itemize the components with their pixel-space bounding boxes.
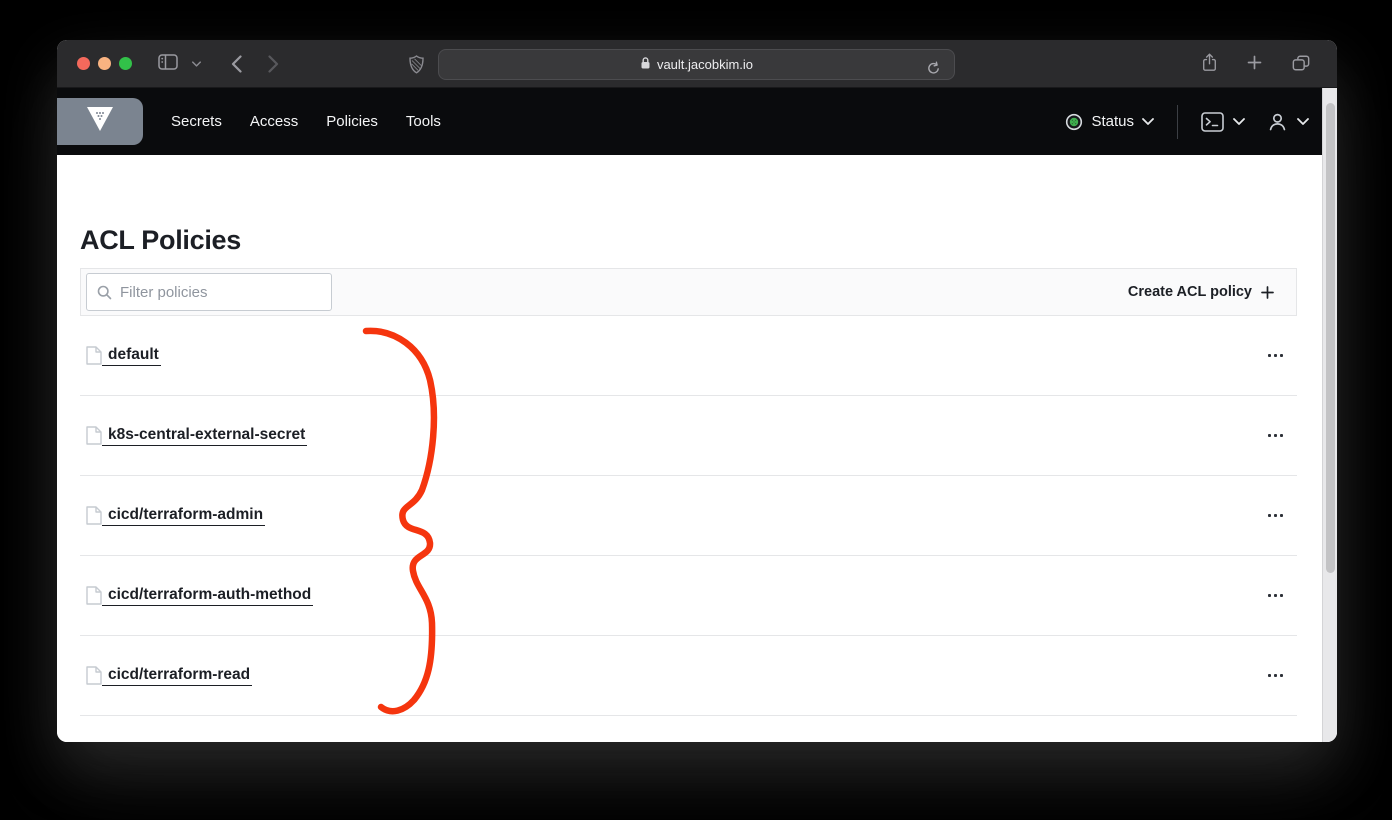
nav-divider: [1177, 105, 1178, 139]
create-acl-policy-button[interactable]: Create ACL policy: [1128, 284, 1274, 300]
minimize-window-button[interactable]: [98, 57, 111, 70]
status-menu[interactable]: Status: [1065, 113, 1154, 131]
chevron-down-icon: [1233, 118, 1245, 125]
user-menu[interactable]: [1267, 112, 1309, 132]
back-button[interactable]: [227, 51, 246, 77]
address-bar[interactable]: vault.jacobkim.io: [438, 49, 955, 80]
file-icon: [86, 426, 102, 445]
policy-name: default: [102, 346, 161, 366]
policy-link[interactable]: k8s-central-external-secret: [86, 426, 307, 446]
policy-row: cicd/terraform-read: [80, 636, 1297, 716]
sidebar-menu-button[interactable]: [188, 57, 205, 71]
reload-button[interactable]: [922, 57, 945, 80]
status-label: Status: [1091, 113, 1134, 130]
address-url: vault.jacobkim.io: [657, 57, 753, 72]
sidebar-toggle-button[interactable]: [154, 50, 182, 77]
file-icon: [86, 346, 102, 365]
console-menu[interactable]: [1201, 112, 1245, 132]
tab-overview-button[interactable]: [1287, 50, 1315, 79]
vault-nav: Secrets Access Policies Tools: [57, 88, 1337, 155]
policy-link[interactable]: default: [86, 346, 161, 366]
privacy-shield-icon[interactable]: [405, 51, 428, 78]
policy-list: default k8s-cent: [80, 316, 1297, 716]
person-icon: [1267, 112, 1288, 132]
policy-link[interactable]: cicd/terraform-auth-method: [86, 586, 313, 606]
policy-name: cicd/terraform-read: [102, 666, 252, 686]
page-title: ACL Policies: [80, 225, 241, 256]
lock-icon: [640, 56, 651, 73]
acl-policies-page: ACL Policies Create ACL policy: [57, 155, 1337, 742]
policy-row-menu-button[interactable]: [1264, 428, 1288, 444]
policy-row-menu-button[interactable]: [1264, 348, 1288, 364]
filter-field: [86, 273, 332, 311]
ellipsis-icon: [1268, 354, 1272, 358]
policies-toolbar: Create ACL policy: [80, 268, 1297, 316]
close-window-button[interactable]: [77, 57, 90, 70]
search-icon: [97, 285, 112, 300]
share-icon: [1201, 52, 1218, 76]
new-tab-button[interactable]: [1243, 51, 1266, 77]
zoom-window-button[interactable]: [119, 57, 132, 70]
policy-row: cicd/terraform-auth-method: [80, 556, 1297, 636]
policy-link[interactable]: cicd/terraform-read: [86, 666, 252, 686]
nav-link[interactable]: Access: [250, 113, 298, 130]
ellipsis-icon: [1268, 514, 1272, 518]
ellipsis-icon: [1268, 674, 1272, 678]
nav-link[interactable]: Secrets: [171, 113, 222, 130]
nav-links: Secrets Access Policies Tools: [171, 113, 441, 130]
share-button[interactable]: [1197, 48, 1222, 80]
tabs-icon: [1291, 54, 1311, 75]
policy-name: k8s-central-external-secret: [102, 426, 307, 446]
policy-row-menu-button[interactable]: [1264, 588, 1288, 604]
file-icon: [86, 666, 102, 685]
browser-window: vault.jacobkim.io: [57, 40, 1337, 742]
browser-toolbar: vault.jacobkim.io: [57, 40, 1337, 88]
plus-icon: [1261, 286, 1274, 299]
status-seal-icon: [1065, 113, 1083, 131]
chevron-down-icon: [192, 61, 201, 67]
vault-logo[interactable]: [57, 98, 143, 145]
page-scrollbar[interactable]: [1322, 88, 1337, 742]
file-icon: [86, 586, 102, 605]
terminal-icon: [1201, 112, 1224, 132]
nav-link[interactable]: Tools: [406, 113, 441, 130]
policy-row-menu-button[interactable]: [1264, 668, 1288, 684]
policy-row: default: [80, 316, 1297, 396]
policy-row: k8s-central-external-secret: [80, 396, 1297, 476]
policy-name: cicd/terraform-auth-method: [102, 586, 313, 606]
ellipsis-icon: [1268, 594, 1272, 598]
plus-icon: [1247, 55, 1262, 73]
policy-row-menu-button[interactable]: [1264, 508, 1288, 524]
policy-row: cicd/terraform-admin: [80, 476, 1297, 556]
scrollbar-thumb[interactable]: [1326, 103, 1335, 573]
ellipsis-icon: [1268, 434, 1272, 438]
vault-logo-icon: [86, 107, 114, 137]
forward-button[interactable]: [264, 51, 283, 77]
chevron-down-icon: [1142, 118, 1154, 125]
filter-policies-input[interactable]: [120, 284, 321, 301]
sidebar-icon: [158, 54, 178, 73]
nav-link[interactable]: Policies: [326, 113, 378, 130]
policy-name: cicd/terraform-admin: [102, 506, 265, 526]
traffic-lights: [77, 57, 132, 70]
policy-link[interactable]: cicd/terraform-admin: [86, 506, 265, 526]
file-icon: [86, 506, 102, 525]
chevron-down-icon: [1297, 118, 1309, 125]
create-acl-policy-label: Create ACL policy: [1128, 284, 1252, 300]
